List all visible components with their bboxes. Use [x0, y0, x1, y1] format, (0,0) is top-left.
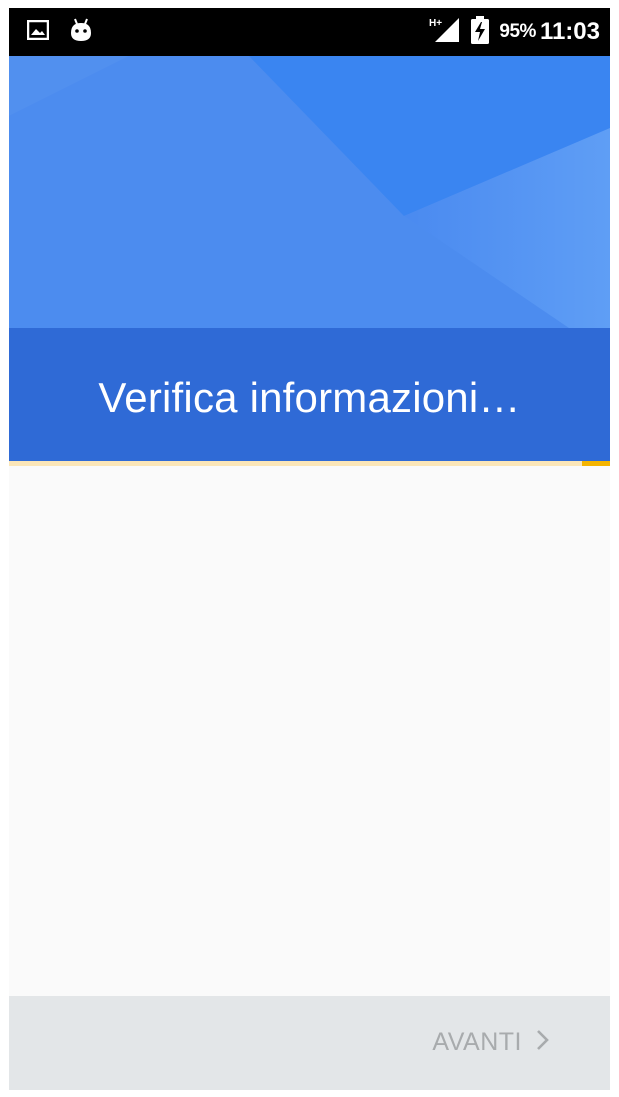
status-bar-system: H+ 95% 11:03 — [427, 15, 600, 49]
status-bar-notifications — [26, 17, 93, 48]
svg-text:H+: H+ — [429, 18, 442, 29]
navigation-bar: AVANTI — [9, 996, 610, 1090]
image-icon — [26, 19, 50, 45]
phone-screen: H+ 95% 11:03 Verifica informazioni… AVAN… — [9, 8, 610, 1090]
battery-percent: 95% — [499, 21, 536, 42]
clock: 11:03 — [539, 18, 600, 45]
content-area — [9, 466, 610, 996]
status-bar: H+ 95% 11:03 — [9, 8, 610, 56]
header-background-shapes — [9, 56, 610, 328]
chevron-right-icon — [536, 1029, 550, 1056]
title-band: Verifica informazioni… — [9, 328, 610, 461]
next-button-label: AVANTI — [432, 1027, 522, 1056]
page-title: Verifica informazioni… — [98, 373, 521, 421]
mobile-signal-icon: H+ — [427, 16, 461, 49]
battery-charging-icon — [471, 15, 490, 49]
android-debug-icon — [69, 17, 93, 48]
header-illustration — [9, 56, 610, 328]
next-button[interactable]: AVANTI — [432, 1024, 550, 1060]
